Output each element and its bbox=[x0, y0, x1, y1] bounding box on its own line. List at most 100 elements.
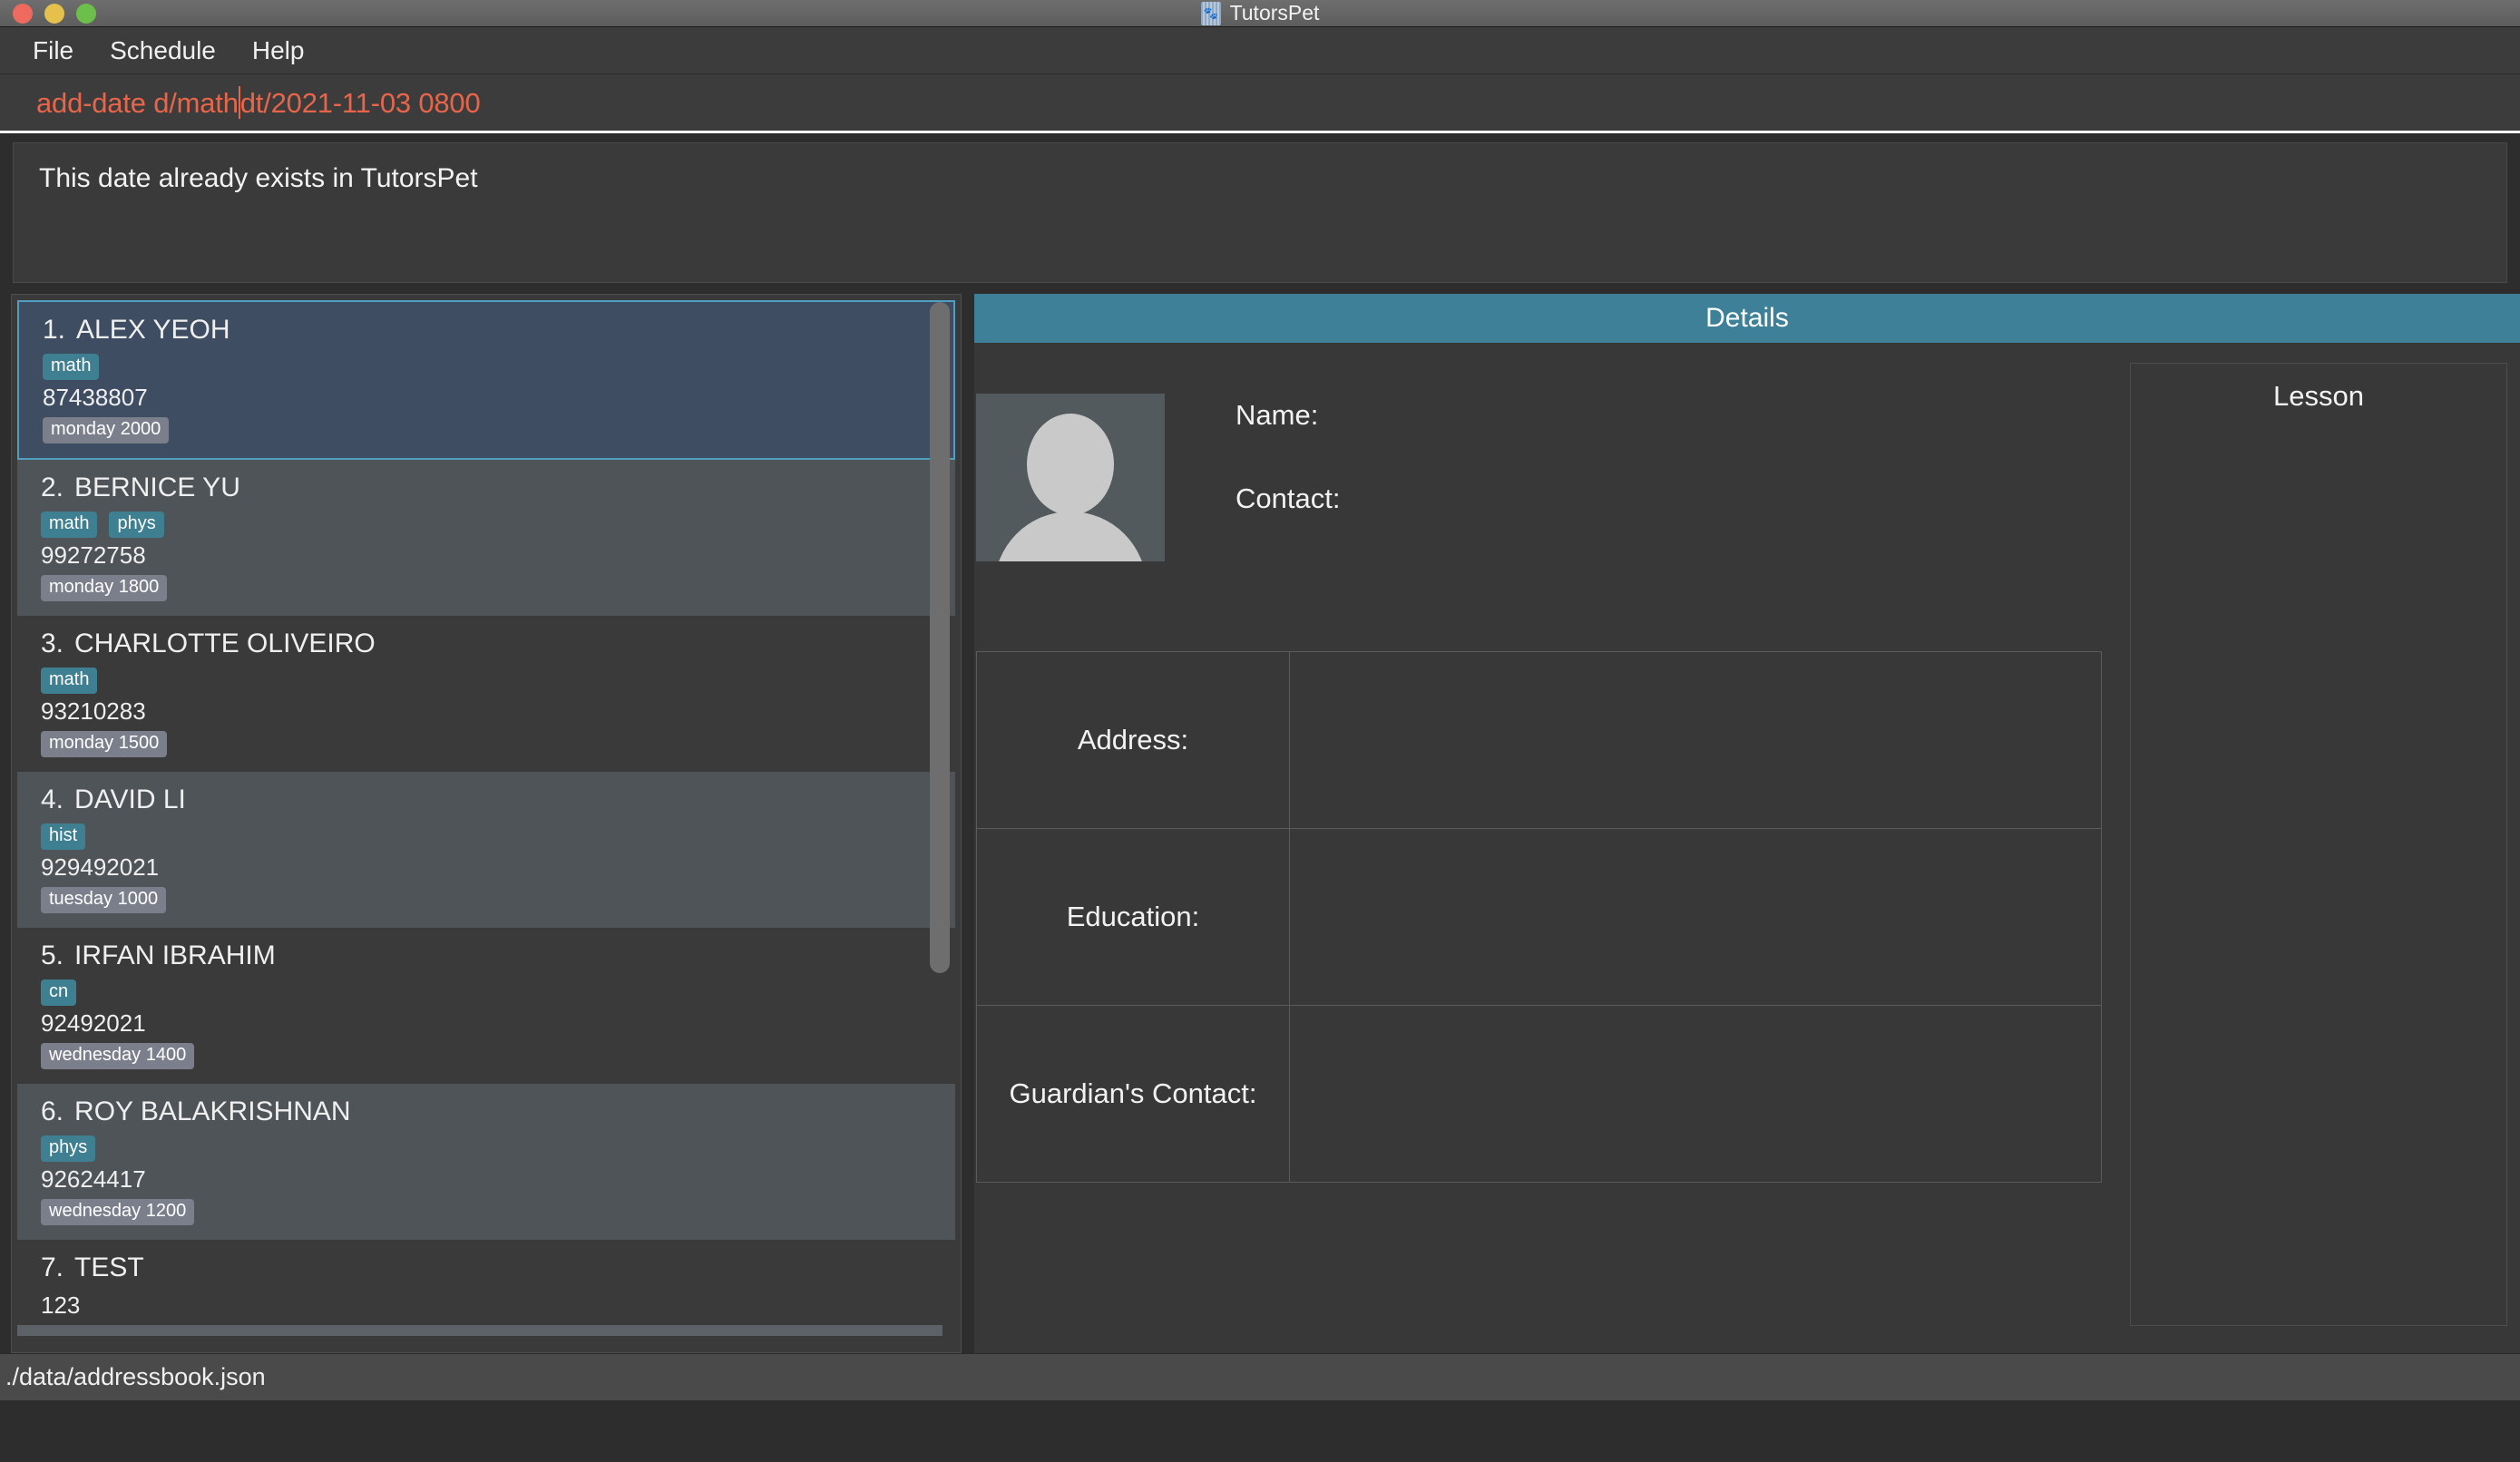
person-name: DAVID LI bbox=[74, 785, 186, 814]
menu-item-schedule[interactable]: Schedule bbox=[95, 33, 230, 69]
table-row: Guardian's Contact: bbox=[977, 1006, 2102, 1183]
person-card-1[interactable]: 1.ALEX YEOH math 87438807 monday 2000 bbox=[17, 300, 955, 460]
minimize-button[interactable] bbox=[44, 4, 64, 24]
status-file-path: ./data/addressbook.json bbox=[5, 1363, 266, 1391]
details-header-label: Details bbox=[1705, 303, 1789, 334]
tag-chip: phys bbox=[109, 512, 163, 538]
result-display-wrapper: This date already exists in TutorsPet bbox=[0, 133, 2520, 294]
person-list[interactable]: 1.ALEX YEOH math 87438807 monday 2000 2.… bbox=[12, 295, 961, 1338]
lesson-title: Lesson bbox=[2131, 380, 2506, 413]
person-schedules: monday 1800 bbox=[41, 575, 932, 601]
person-list-panel[interactable]: 1.ALEX YEOH math 87438807 monday 2000 2.… bbox=[11, 294, 962, 1353]
name-label: Name: bbox=[1236, 399, 1340, 432]
table-row: Address: bbox=[977, 652, 2102, 829]
avatar-body bbox=[994, 512, 1147, 561]
person-tags: math bbox=[43, 354, 930, 380]
address-label: Address: bbox=[977, 652, 1290, 829]
window-titlebar: 🐾 TutorsPet bbox=[0, 0, 2520, 27]
tag-chip: phys bbox=[41, 1135, 95, 1162]
tag-chip: math bbox=[43, 354, 99, 380]
person-index: 2. bbox=[41, 473, 63, 502]
vertical-scrollbar-thumb[interactable] bbox=[930, 302, 950, 973]
window-controls bbox=[0, 4, 96, 24]
details-info-table: Address: Education: Guardian's Contact: bbox=[976, 651, 2102, 1183]
schedule-chip: tuesday 1000 bbox=[41, 887, 166, 913]
person-schedules: monday 2000 bbox=[43, 417, 930, 443]
person-name: IRFAN IBRAHIM bbox=[74, 941, 276, 970]
menu-item-help[interactable]: Help bbox=[238, 33, 319, 69]
person-tags: math bbox=[41, 668, 932, 694]
person-tags: cn bbox=[41, 980, 932, 1006]
address-value bbox=[1290, 652, 2102, 829]
person-phone: 123 bbox=[41, 1291, 932, 1320]
guardian-contact-label: Guardian's Contact: bbox=[977, 1006, 1290, 1183]
tag-chip: math bbox=[41, 668, 97, 694]
command-input-text[interactable]: add-date d/mathdt/2021-11-03 0800 bbox=[36, 86, 480, 120]
menu-item-file[interactable]: File bbox=[18, 33, 88, 69]
person-name: BERNICE YU bbox=[74, 473, 240, 502]
avatar-head bbox=[1027, 414, 1114, 515]
person-index: 7. bbox=[41, 1252, 63, 1282]
person-card-2[interactable]: 2. BERNICE YU math phys 99272758 monday 1… bbox=[17, 460, 955, 616]
person-schedules: monday 1500 bbox=[41, 731, 932, 757]
table-row: Education: bbox=[977, 829, 2102, 1006]
command-input-box[interactable]: add-date d/mathdt/2021-11-03 0800 bbox=[0, 74, 2520, 133]
person-phone: 87438807 bbox=[43, 384, 930, 412]
education-value bbox=[1290, 829, 2102, 1006]
person-index: 6. bbox=[41, 1096, 63, 1126]
person-card-4[interactable]: 4.DAVID LI hist 929492021 tuesday 1000 bbox=[17, 772, 955, 928]
person-placeholder-icon bbox=[976, 394, 1165, 561]
person-tags: hist bbox=[41, 824, 932, 850]
person-phone: 92624417 bbox=[41, 1165, 932, 1194]
details-body: Name: Contact: Address: Education: Guard… bbox=[974, 343, 2520, 1353]
tag-chip: cn bbox=[41, 980, 76, 1006]
person-schedules: tuesday 1000 bbox=[41, 887, 932, 913]
person-name: ROY BALAKRISHNAN bbox=[74, 1096, 351, 1126]
person-index: 5. bbox=[41, 941, 63, 970]
person-phone: 99272758 bbox=[41, 541, 932, 570]
menu-bar: File Schedule Help bbox=[0, 27, 2520, 74]
command-text-after-caret: dt/2021-11-03 0800 bbox=[240, 87, 481, 119]
details-panel: Details Name: Contact: Address: bbox=[974, 294, 2520, 1353]
main-content: 1.ALEX YEOH math 87438807 monday 2000 2.… bbox=[0, 294, 2520, 1353]
contact-label: Contact: bbox=[1236, 482, 1340, 515]
person-card-5[interactable]: 5. IRFAN IBRAHIM cn 92492021 wednesday 14… bbox=[17, 928, 955, 1084]
lesson-panel[interactable]: Lesson bbox=[2130, 363, 2507, 1326]
person-card-6[interactable]: 6. ROY BALAKRISHNAN phys 92624417 wednesd… bbox=[17, 1084, 955, 1240]
person-name-row: 5. IRFAN IBRAHIM bbox=[41, 941, 932, 971]
person-tags: phys bbox=[41, 1135, 932, 1162]
person-phone: 929492021 bbox=[41, 853, 932, 882]
person-name: ALEX YEOH bbox=[76, 315, 230, 345]
person-tags: math phys bbox=[41, 512, 932, 538]
person-schedules: wednesday 1400 bbox=[41, 1043, 932, 1069]
person-name-row: 4.DAVID LI bbox=[41, 785, 932, 815]
schedule-chip: monday 2000 bbox=[43, 417, 169, 443]
person-card-3[interactable]: 3.CHARLOTTE OLIVEIRO math 93210283 monda… bbox=[17, 616, 955, 772]
lesson-panel-wrapper: Lesson bbox=[2121, 343, 2520, 1353]
window-title-group: 🐾 TutorsPet bbox=[0, 1, 2520, 25]
command-text-before-caret: add-date d/math bbox=[36, 87, 239, 119]
details-header: Details bbox=[974, 294, 2520, 343]
name-contact-block: Name: Contact: bbox=[1236, 399, 1340, 515]
person-phone: 92492021 bbox=[41, 1009, 932, 1038]
schedule-chip: monday 1800 bbox=[41, 575, 167, 601]
person-index: 3. bbox=[41, 629, 63, 658]
tag-chip: hist bbox=[41, 824, 85, 850]
horizontal-scrollbar-thumb[interactable] bbox=[17, 1325, 943, 1336]
guardian-contact-value bbox=[1290, 1006, 2102, 1183]
person-name-row: 2. BERNICE YU bbox=[41, 473, 932, 503]
status-bar: ./data/addressbook.json bbox=[0, 1353, 2520, 1400]
tag-chip: math bbox=[41, 512, 97, 538]
window-title: TutorsPet bbox=[1230, 1, 1320, 25]
result-message: This date already exists in TutorsPet bbox=[39, 163, 2481, 194]
schedule-chip: monday 1500 bbox=[41, 731, 167, 757]
person-phone: 93210283 bbox=[41, 697, 932, 726]
close-button[interactable] bbox=[13, 4, 33, 24]
schedule-chip: wednesday 1200 bbox=[41, 1199, 194, 1225]
person-name-row: 7.TEST bbox=[41, 1252, 932, 1283]
person-schedules: wednesday 1200 bbox=[41, 1199, 932, 1225]
person-name-row: 1.ALEX YEOH bbox=[43, 315, 930, 346]
maximize-button[interactable] bbox=[76, 4, 96, 24]
person-summary: Name: Contact: bbox=[974, 366, 2121, 638]
paw-icon: 🐾 bbox=[1201, 2, 1221, 25]
